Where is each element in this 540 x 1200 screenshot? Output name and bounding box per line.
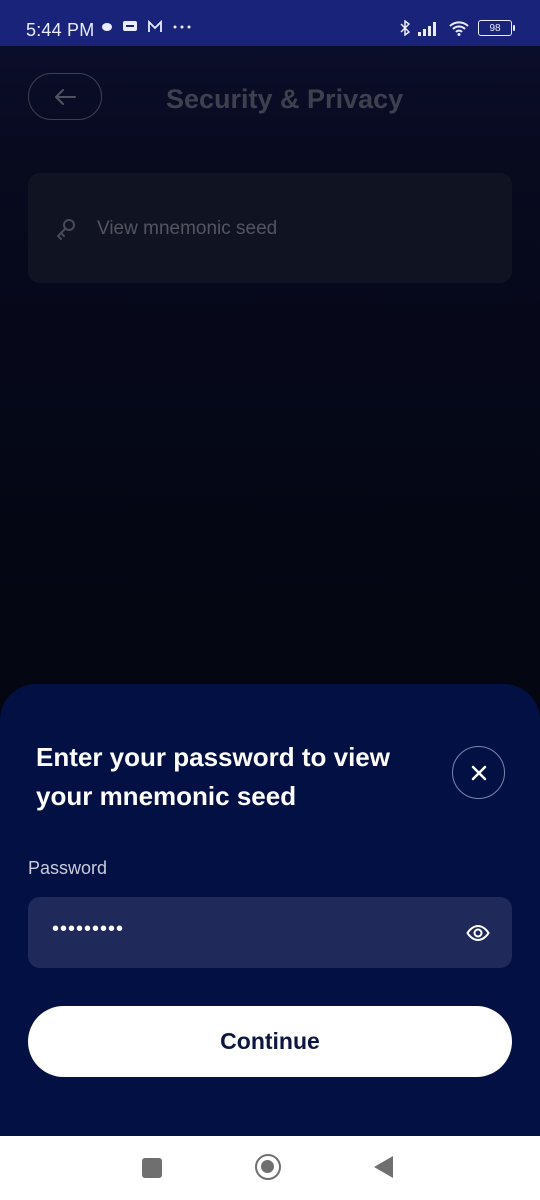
recents-icon[interactable]: [142, 1158, 162, 1178]
more-icon: [173, 25, 191, 29]
eye-icon[interactable]: [466, 921, 490, 945]
password-label: Password: [28, 858, 108, 878]
battery-level: 98: [489, 22, 501, 34]
mail-icon: [148, 20, 162, 32]
status-bar: 5:44 PM 98: [0, 0, 540, 46]
system-nav-bar: [0, 1136, 540, 1200]
home-icon[interactable]: [255, 1154, 281, 1180]
status-time: 5:44 PM: [26, 20, 95, 40]
back-nav-icon[interactable]: [374, 1156, 393, 1178]
bluetooth-icon: [400, 20, 410, 36]
message-icon: [123, 21, 137, 31]
close-icon: [471, 765, 486, 780]
close-button[interactable]: [452, 746, 505, 799]
wifi-icon: [449, 21, 469, 36]
notification-icon: [102, 23, 112, 31]
password-bottom-sheet: Enter your password to view your mnemoni…: [0, 684, 540, 1136]
sheet-title: Enter your password to view your mnemoni…: [36, 742, 390, 811]
status-notifications: [101, 20, 192, 34]
status-right: 98: [400, 20, 515, 36]
password-input[interactable]: •••••••••: [28, 897, 512, 968]
battery-indicator: 98: [478, 20, 515, 36]
password-value[interactable]: •••••••••: [52, 918, 124, 941]
signal-icon: [418, 22, 436, 36]
continue-button[interactable]: Continue: [28, 1006, 512, 1077]
